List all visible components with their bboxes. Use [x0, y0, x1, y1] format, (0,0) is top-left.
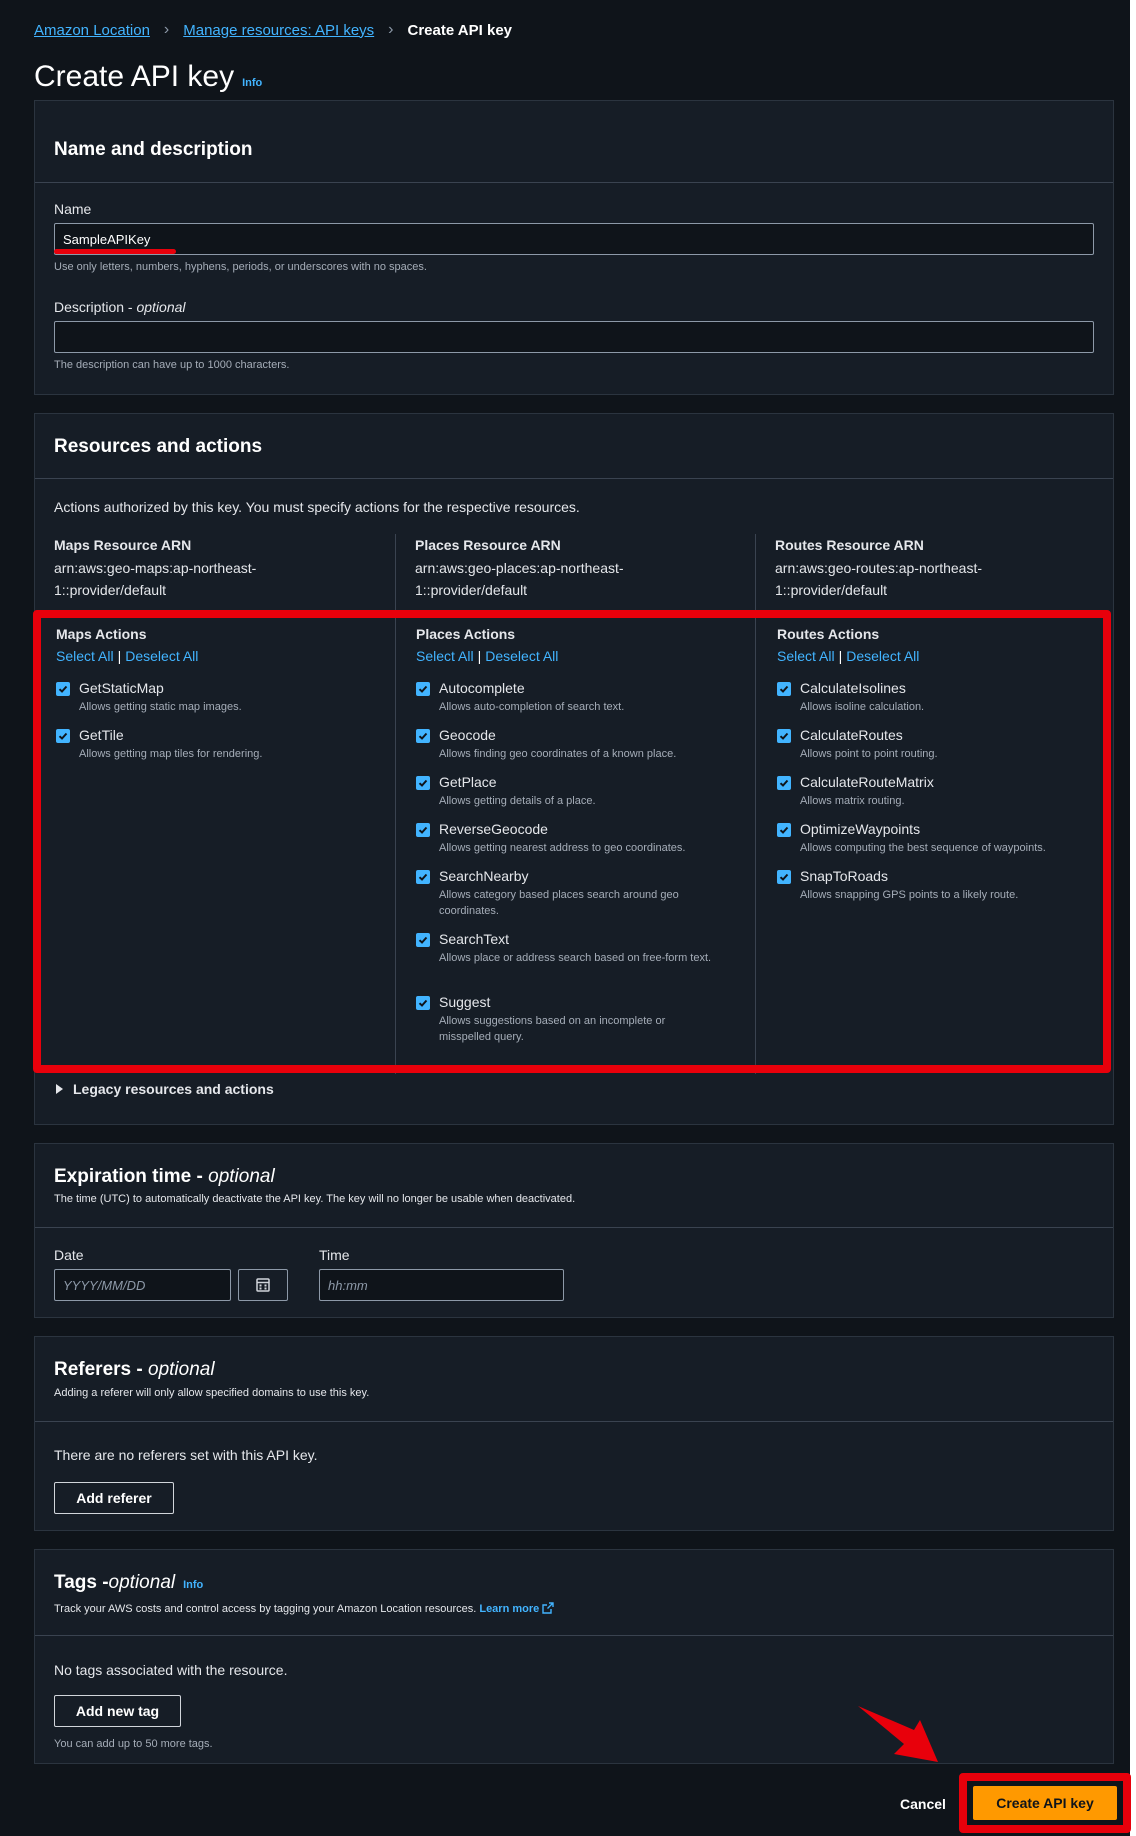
name-input[interactable]: SampleAPIKey — [54, 223, 1094, 255]
tags-empty: No tags associated with the resource. — [54, 1662, 288, 1678]
panel-title: Expiration time - optional — [54, 1166, 275, 1188]
description-label-text: Description - — [54, 299, 137, 315]
optional-text: optional — [148, 1359, 215, 1380]
panel-title-text: Tags - — [54, 1572, 109, 1593]
maps-arn-title: Maps Resource ARN — [54, 537, 192, 553]
date-input[interactable]: YYYY/MM/DD — [54, 1269, 231, 1301]
panel-subtitle-text: Track your AWS costs and control access … — [54, 1603, 477, 1615]
add-referer-button[interactable]: Add referer — [54, 1482, 174, 1514]
panel-title-text: Expiration time - — [54, 1166, 209, 1187]
panel-subtitle: Adding a referer will only allow specifi… — [54, 1387, 370, 1399]
resources-actions-panel: Resources and actions Actions authorized… — [33, 413, 1114, 1125]
learn-more-link[interactable]: Learn more — [479, 1603, 539, 1615]
time-label: Time — [319, 1247, 350, 1263]
legacy-label: Legacy resources and actions — [73, 1081, 274, 1097]
referers-panel: Referers - optional Adding a referer wil… — [34, 1336, 1114, 1531]
routes-arn-value: arn:aws:geo-routes:ap-northeast-1::provi… — [775, 560, 982, 598]
name-label: Name — [54, 201, 92, 217]
optional-text: optional — [208, 1166, 275, 1187]
external-link-icon — [542, 1602, 555, 1614]
highlight-box — [959, 1773, 1131, 1833]
panel-title: Tags - optional Info — [54, 1572, 203, 1594]
calendar-icon — [256, 1278, 270, 1292]
expiration-panel: Expiration time - optional The time (UTC… — [34, 1143, 1114, 1318]
panel-title: Resources and actions — [54, 436, 263, 457]
panel-header: Resources and actions — [35, 414, 1113, 479]
page-title: Create API key — [34, 60, 235, 93]
breadcrumb-manage-api-keys[interactable]: Manage resources: API keys — [183, 22, 374, 39]
optional-text: optional — [136, 299, 186, 315]
panel-header: Referers - optional Adding a referer wil… — [35, 1337, 1113, 1422]
calendar-button[interactable] — [238, 1269, 288, 1301]
info-link[interactable]: Info — [183, 1579, 203, 1591]
breadcrumb-current: Create API key — [407, 21, 513, 39]
page-title-row: Create API key Info — [34, 60, 262, 94]
highlight-underline — [54, 249, 176, 254]
date-label: Date — [54, 1247, 84, 1263]
name-description-panel: Name and description Name SampleAPIKey U… — [34, 100, 1114, 395]
time-input[interactable]: hh:mm — [319, 1269, 564, 1301]
routes-arn-title: Routes Resource ARN — [775, 537, 924, 553]
panel-subtitle: Track your AWS costs and control access … — [54, 1602, 555, 1615]
description-input[interactable] — [54, 321, 1094, 353]
panel-title: Referers - optional — [54, 1359, 215, 1381]
add-new-tag-button[interactable]: Add new tag — [54, 1695, 181, 1727]
places-arn-title: Places Resource ARN — [415, 537, 561, 553]
cancel-button[interactable]: Cancel — [900, 1796, 946, 1812]
maps-arn-value: arn:aws:geo-maps:ap-northeast-1::provide… — [54, 560, 257, 598]
chevron-right-icon: › — [388, 21, 394, 38]
panel-title: Name and description — [54, 139, 253, 160]
page-edge — [1130, 0, 1136, 1836]
places-arn-value: arn:aws:geo-places:ap-northeast-1::provi… — [415, 560, 624, 598]
tags-panel: Tags - optional Info Track your AWS cost… — [34, 1549, 1114, 1764]
panel-header: Tags - optional Info Track your AWS cost… — [35, 1550, 1113, 1636]
description-hint: The description can have up to 1000 char… — [54, 359, 290, 371]
legacy-expander[interactable]: Legacy resources and actions — [56, 1081, 274, 1097]
description-label: Description - optional — [54, 299, 186, 315]
panel-title-text: Referers - — [54, 1359, 148, 1380]
info-link[interactable]: Info — [242, 77, 262, 89]
referers-empty: There are no referers set with this API … — [54, 1447, 318, 1463]
panel-header: Name and description — [35, 101, 1113, 183]
tags-hint: You can add up to 50 more tags. — [54, 1738, 213, 1750]
highlight-box — [33, 610, 1111, 1073]
chevron-right-icon: › — [163, 21, 170, 38]
caret-right-icon — [56, 1084, 63, 1094]
panel-subtitle: The time (UTC) to automatically deactiva… — [54, 1193, 576, 1205]
breadcrumb: Amazon Location › Manage resources: API … — [34, 20, 512, 40]
resources-intro: Actions authorized by this key. You must… — [54, 499, 580, 515]
breadcrumb-amazon-location[interactable]: Amazon Location — [34, 22, 150, 39]
name-hint: Use only letters, numbers, hyphens, peri… — [54, 261, 427, 273]
panel-header: Expiration time - optional The time (UTC… — [35, 1144, 1113, 1228]
optional-text: optional — [108, 1572, 176, 1593]
pointer-arrow-icon — [858, 1706, 938, 1762]
